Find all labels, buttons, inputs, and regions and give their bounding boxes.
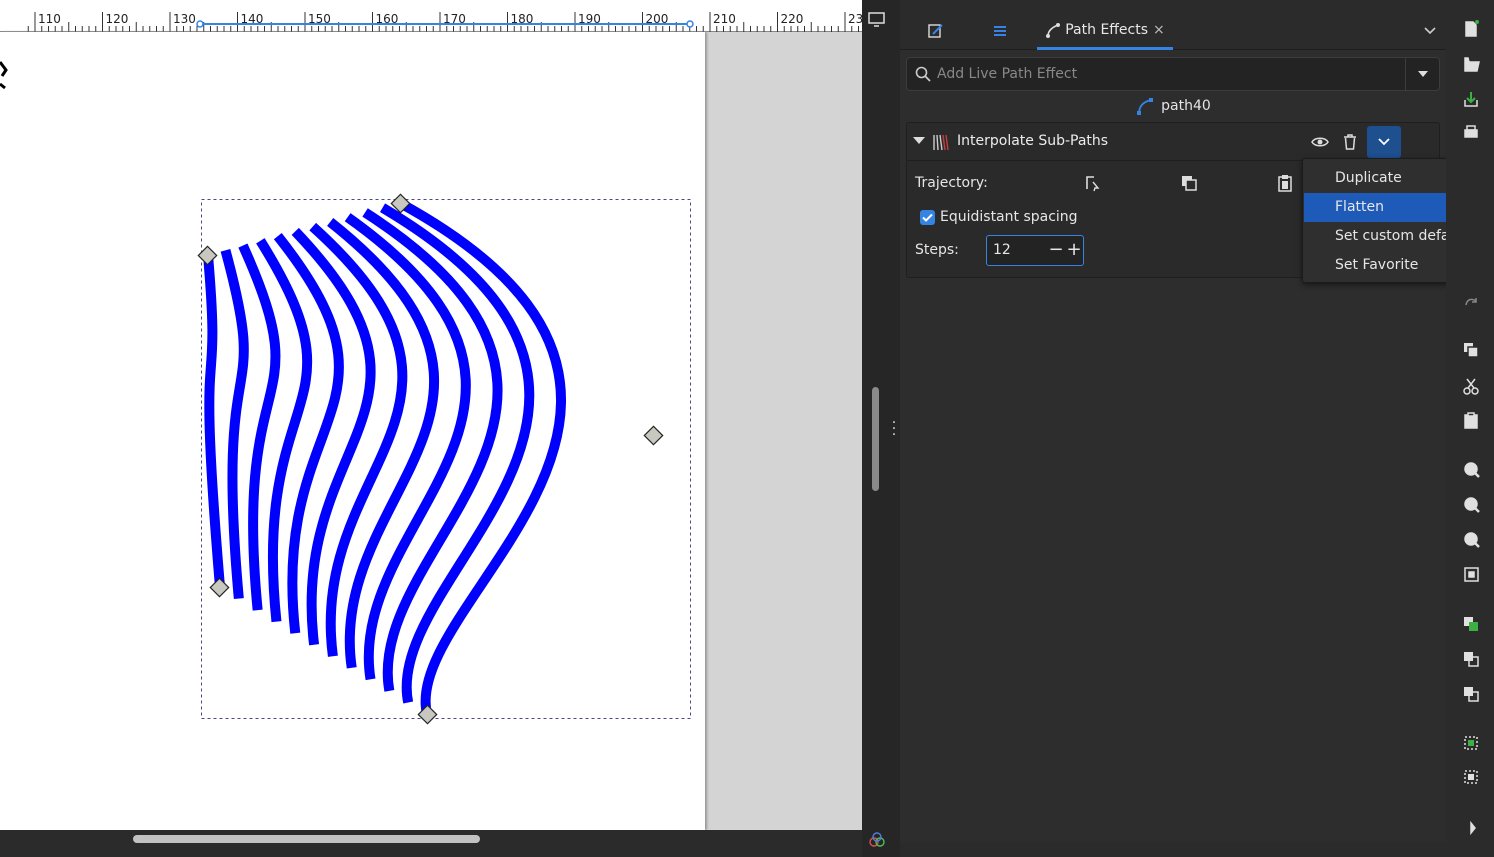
vertical-scroll-thumb[interactable] [872,387,879,491]
inkscape-window: 110120130140150160170180190200210220230 [0,0,1494,857]
open-folder-icon[interactable] [1464,57,1480,72]
new-document-icon[interactable] [1465,20,1479,37]
delete-effect-button[interactable] [1335,127,1365,157]
commands-toolbar [1446,0,1494,857]
interpolate-subpaths-icon [933,134,949,151]
steps-decrement-button[interactable]: − [1047,239,1065,263]
dropdown-arrow-icon [1417,71,1428,77]
search-icon [915,66,931,82]
copy-path-icon[interactable] [1179,173,1199,193]
zoom-page-icon[interactable] [1464,532,1480,548]
steps-increment-button[interactable]: + [1065,239,1083,263]
tab-layers[interactable] [976,12,1024,50]
tab-path-effects-label: Path Effects [1065,21,1149,38]
interpolated-path [220,248,249,599]
path-effects-icon [1046,22,1061,38]
chevron-down-icon [1424,27,1436,35]
interpolated-path [203,254,225,588]
toggle-visibility-button[interactable] [1305,127,1335,157]
interpolated-paths[interactable] [203,198,566,716]
copy-icon[interactable] [1464,343,1479,358]
group-icon[interactable] [1464,736,1478,750]
panel-resize-handle-icon[interactable]: · · · [889,416,899,442]
ungroup-icon[interactable] [1464,770,1478,784]
path-id-label: path40 [1161,98,1211,114]
edit-on-canvas-icon[interactable] [1083,173,1103,193]
paintbrush-icon [928,24,943,38]
effect-menu-button[interactable] [1367,126,1401,158]
paste-path-icon[interactable] [1275,173,1295,193]
tab-fill-stroke[interactable] [912,12,960,50]
effect-header[interactable]: Interpolate Sub-Paths [907,123,1439,161]
node-handle [643,425,664,446]
drawing-canvas[interactable] [0,0,862,830]
zoom-drawing-icon[interactable] [1464,497,1480,513]
clone-icon[interactable] [1464,652,1479,667]
search-input[interactable] [937,58,1397,90]
path-nodes[interactable] [197,193,664,725]
steps-label: Steps: [915,242,959,258]
add-effect-search[interactable] [906,57,1440,91]
duplicate-icon[interactable] [1464,617,1478,631]
steps-input[interactable]: 12 [993,242,1011,258]
layers-icon [994,26,1006,36]
trash-icon [1344,134,1356,150]
save-icon[interactable] [1464,92,1478,107]
zoom-selection-icon[interactable] [1464,462,1480,478]
node-handle [209,577,230,598]
redo-icon[interactable] [1465,298,1477,306]
print-icon[interactable] [1464,125,1478,138]
more-commands-icon[interactable] [1470,820,1476,836]
horizontal-scroll-thumb[interactable] [133,835,480,843]
effect-dropdown-button[interactable] [1405,58,1439,90]
dock-tab-bar: Path Effects × [900,12,1446,50]
steps-spinbox[interactable]: 12 − + [986,235,1084,266]
equidistant-spacing-checkbox[interactable] [920,210,935,225]
node-handle [197,245,218,266]
expand-arrow-icon[interactable] [913,137,925,144]
zoom-center-icon[interactable] [1464,567,1479,582]
canvas-area[interactable]: 110120130140150160170180190200210220230 [0,0,862,857]
current-path-row: path40 [900,94,1446,118]
unlink-clone-icon[interactable] [1464,687,1479,702]
display-mode-icon[interactable] [866,10,888,30]
chevron-down-icon [1378,138,1390,146]
close-icon[interactable]: × [1153,22,1165,38]
color-mode-icon[interactable] [866,830,888,850]
eye-icon [1311,137,1329,147]
trajectory-label: Trajectory: [915,175,988,191]
paste-icon[interactable] [1464,412,1478,429]
effect-title: Interpolate Sub-Paths [957,133,1109,149]
path-icon [1137,98,1154,115]
cut-icon[interactable] [1463,378,1479,395]
tab-path-effects[interactable]: Path Effects × [1037,12,1173,50]
dock-menu-button[interactable] [1414,12,1446,50]
dock-panel: Path Effects × Add Live Path Effect path… [900,12,1446,842]
equidistant-spacing-label: Equidistant spacing [940,209,1078,225]
checkmark-icon [922,213,933,222]
